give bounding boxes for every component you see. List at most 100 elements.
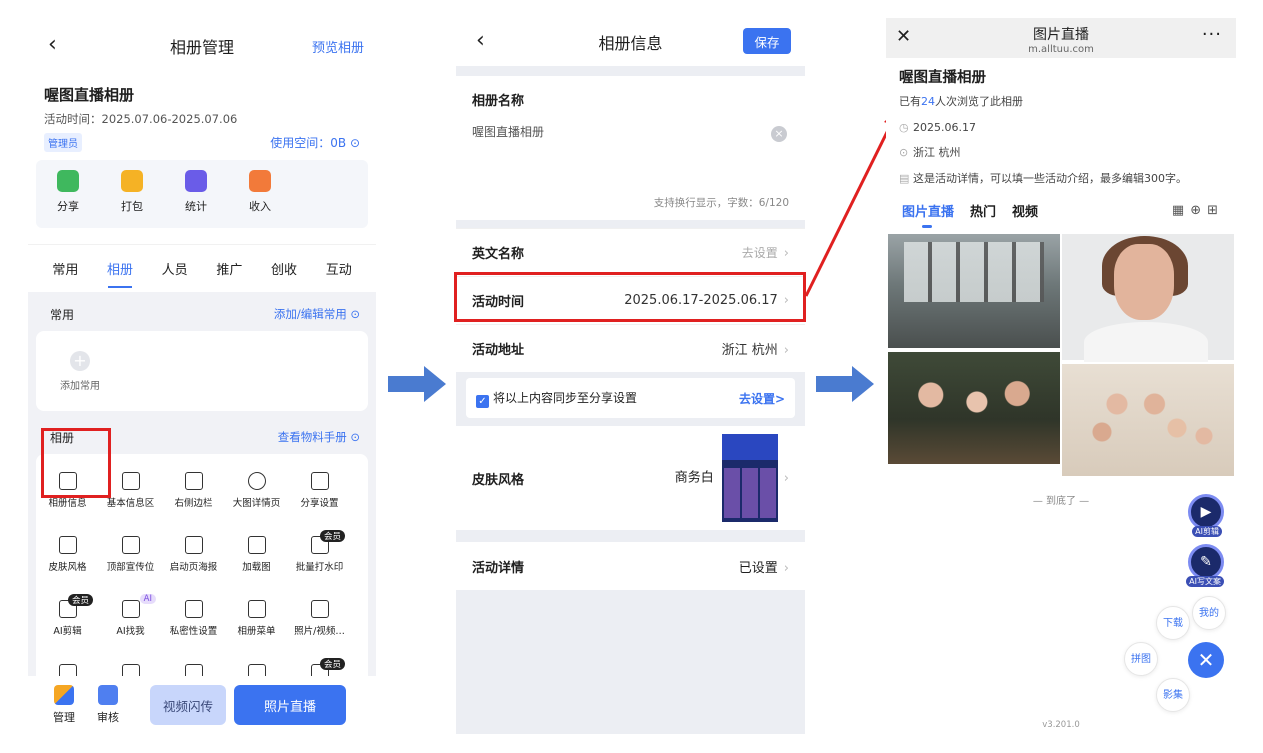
manage-button[interactable]: 管理 [42,685,86,725]
photo-item[interactable] [1062,234,1234,362]
event-address-row[interactable]: 活动地址 浙江 杭州 › [456,324,805,372]
feature-item[interactable]: 加载图 [225,530,288,594]
tab-interact[interactable]: 互动 [311,259,366,278]
ai-edit-label: AI剪辑 [1192,526,1222,537]
feature-item[interactable]: 大图详情页 [225,466,288,530]
feature-badge: 会员 [67,594,93,606]
back-icon[interactable]: ‹ [48,34,57,56]
document-icon: ▤ [899,172,910,185]
close-fab-button[interactable]: ✕ [1188,642,1224,678]
close-icon: ✕ [1197,648,1215,672]
photo-item[interactable] [888,352,1060,464]
tab-album[interactable]: 相册 [93,259,148,288]
quick-income-button[interactable]: 收入 [228,170,292,214]
ai-edit-button[interactable]: ▶ [1188,494,1224,530]
chevron-right-icon: ⊙ [350,307,360,321]
back-icon[interactable]: ‹ [476,30,485,52]
album-management-screen: ‹ 相册管理 预览相册 喔图直播相册 活动时间：2025.07.06-2025.… [28,18,376,734]
sync-share-settings: ✓ 将以上内容同步至分享设置 去设置> [466,378,795,418]
section-title: 常用 [50,308,75,322]
feature-item[interactable]: 顶部宣传位 [99,530,162,594]
feature-item[interactable]: 照片/视频… [288,594,351,658]
tab-common[interactable]: 常用 [38,259,93,278]
feature-label: 右侧边栏 [174,498,213,509]
sync-label: 将以上内容同步至分享设置 [493,390,638,405]
feature-label: AI剪辑 [53,626,82,637]
tab-video[interactable]: 视频 [1012,201,1038,220]
row-label: 活动地址 [472,343,525,358]
chevron-right-icon: › [783,343,789,358]
feature-label: 启动页海报 [169,562,218,573]
feature-item[interactable]: 批量打水印 会员 [288,530,351,594]
add-common-card[interactable]: + 添加常用 [36,331,368,411]
layout-icon[interactable]: ⊞ [1207,203,1224,218]
feature-item[interactable]: AI找我 AI [99,594,162,658]
photo-item[interactable] [888,234,1060,348]
tab-revenue[interactable]: 创收 [257,259,312,278]
edit-common-link[interactable]: 添加/编辑常用 ⊙ [274,306,360,323]
common-section-header: 常用 添加/编辑常用 ⊙ [28,292,376,331]
qrcode-icon[interactable]: ▦ [1172,203,1190,218]
collection-button[interactable]: 影集 [1156,678,1190,712]
more-icon[interactable]: ··· [1202,24,1222,45]
clear-icon[interactable]: × [771,126,787,142]
feature-item[interactable]: 相册菜单 [225,594,288,658]
tab-people[interactable]: 人员 [147,259,202,278]
feature-label: 批量打水印 [295,562,344,573]
nav-bar: ‹ 相册管理 预览相册 [28,18,376,74]
feature-icon [310,472,329,490]
video-flash-upload-button[interactable]: 视频闪传 [150,685,226,725]
location-text: 浙江 杭州 [913,146,961,159]
highlight-box-album-info [41,428,111,498]
photo-live-button[interactable]: 照片直播 [234,685,346,725]
views-number: 24 [921,95,935,108]
globe-icon[interactable]: ⊕ [1190,203,1207,218]
english-name-row[interactable]: 英文名称 去设置 › [456,228,805,276]
storage-space-link[interactable]: 使用空间：0B ⊙ [270,134,360,151]
feature-label: 照片/视频… [294,626,345,637]
row-value: 浙江 杭州 [721,343,778,358]
quick-share-button[interactable]: 分享 [36,170,100,214]
photo-live-screen: ✕ 图片直播 m.alltuu.com ··· 喔图直播相册 已有24人次浏览了… [886,18,1236,734]
tab-photo-live[interactable]: 图片直播 [902,201,954,228]
views-suffix: 人次浏览了此相册 [935,95,1023,108]
nav-bar: ‹ 相册信息 保存 [456,18,805,66]
feature-label: 相册菜单 [237,626,276,637]
review-button[interactable]: 审核 [86,685,130,725]
download-button[interactable]: 下载 [1156,606,1190,640]
feature-item[interactable]: 右侧边栏 [162,466,225,530]
photo-grid [886,234,1236,482]
photo-item[interactable] [1062,364,1234,476]
tab-promote[interactable]: 推广 [202,259,257,278]
quick-stats-button[interactable]: 统计 [164,170,228,214]
mine-button[interactable]: 我的 [1192,596,1226,630]
version-label: v3.201.0 [1042,720,1080,730]
checkbox-icon: ✓ [476,394,489,408]
browser-nav-bar: ✕ 图片直播 m.alltuu.com ··· [886,18,1236,58]
feature-icon [121,600,140,618]
close-icon[interactable]: ✕ [896,26,911,47]
event-meta: ◷ 2025.06.17 ⊙ 浙江 杭州 ▤ 这是活动详情，可以填一些活动介绍，最多编… [886,109,1236,186]
flow-arrow-icon [388,366,446,402]
feature-item[interactable]: AI剪辑 会员 [36,594,99,658]
sync-checkbox[interactable]: ✓ 将以上内容同步至分享设置 [476,389,637,408]
feature-item[interactable]: 分享设置 [288,466,351,530]
go-settings-link[interactable]: 去设置> [739,390,785,407]
skin-style-row[interactable]: 皮肤风格 商务白 › [456,426,805,530]
material-manual-link[interactable]: 查看物料手册 ⊙ [278,429,360,446]
save-button[interactable]: 保存 [743,28,791,54]
ai-copywriting-button[interactable]: ✎ [1188,544,1224,580]
feature-label: AI找我 [116,626,145,637]
views-prefix: 已有 [899,95,921,108]
tab-hot[interactable]: 热门 [970,201,996,220]
event-detail-row[interactable]: 活动详情 已设置 › [456,542,805,590]
preview-album-link[interactable]: 预览相册 [312,37,364,56]
quick-pack-button[interactable]: 打包 [100,170,164,214]
feature-item[interactable]: 皮肤风格 [36,530,99,594]
download-icon [121,170,143,192]
collage-button[interactable]: 拼图 [1124,642,1158,676]
feature-item[interactable]: 启动页海报 [162,530,225,594]
album-meta-row: 管理员 使用空间：0B ⊙ [44,133,360,152]
feature-item[interactable]: 私密性设置 [162,594,225,658]
album-name-input[interactable]: 喔图直播相册 [472,123,789,140]
